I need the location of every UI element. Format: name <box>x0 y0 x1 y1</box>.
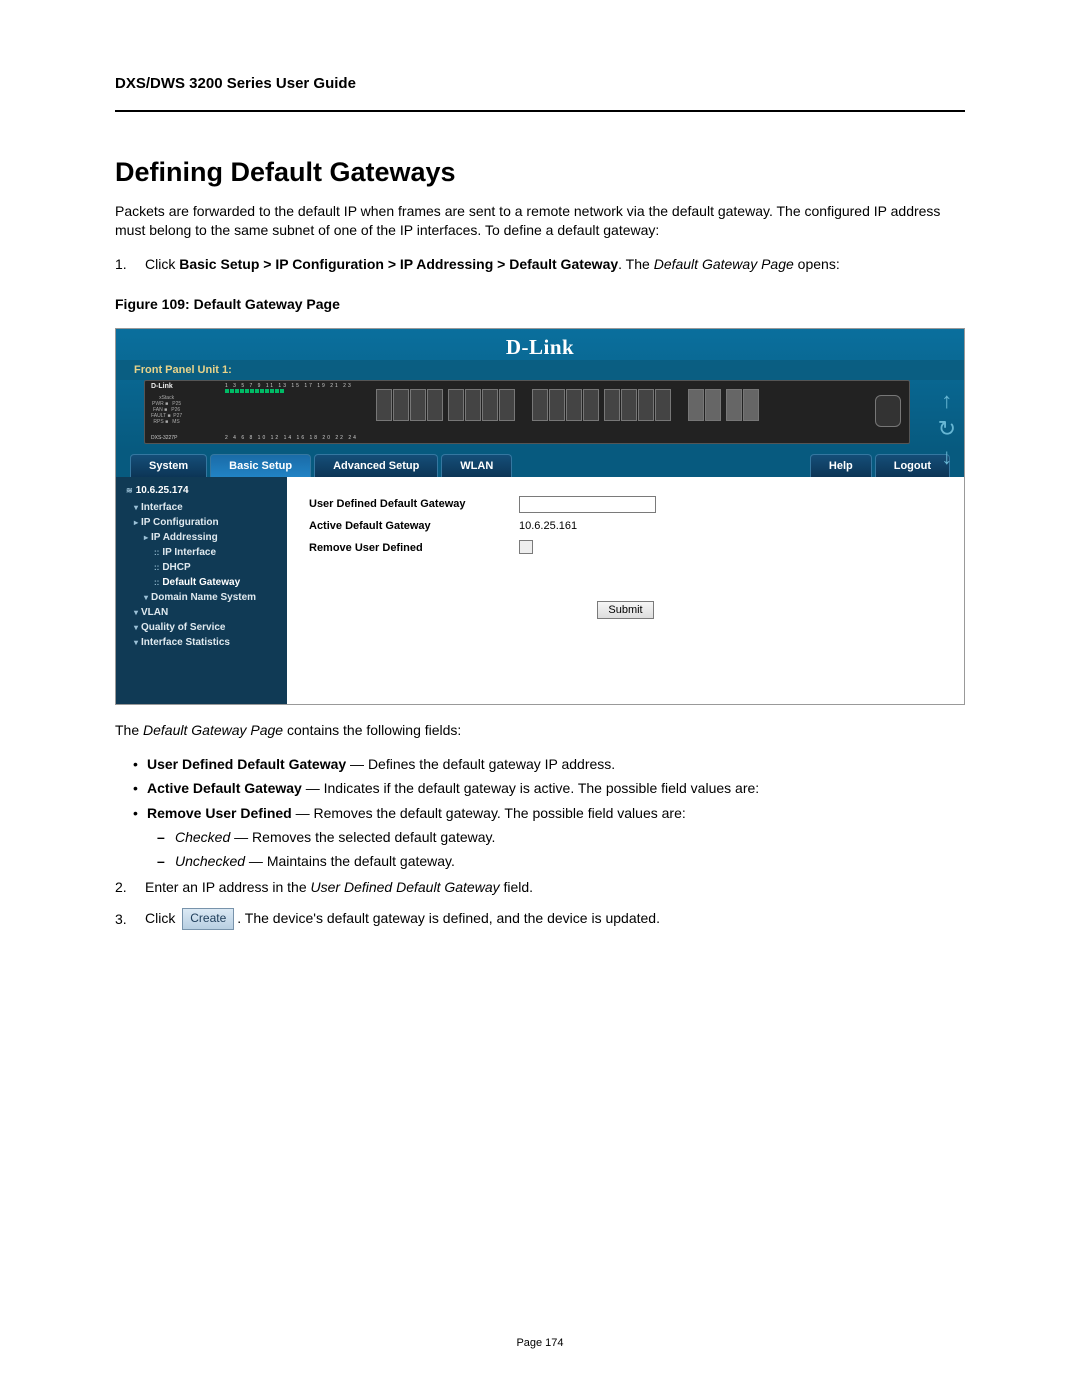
tab-bar: System Basic Setup Advanced Setup WLAN H… <box>116 450 964 477</box>
tree-vlan[interactable]: ▾VLAN <box>126 605 281 620</box>
field-udg-bold: User Defined Default Gateway <box>147 756 346 772</box>
step3-post: . The device's default gateway is define… <box>237 910 660 926</box>
step3-pre: Click <box>145 910 179 926</box>
tree-qos[interactable]: ▾Quality of Service <box>126 620 281 635</box>
label-remove-user-defined: Remove User Defined <box>309 542 519 554</box>
contains-post: contains the following fields: <box>283 722 461 738</box>
checkbox-remove-user-defined[interactable] <box>519 540 533 554</box>
tree-ip-interface[interactable]: ::IP Interface <box>126 545 281 560</box>
brand-logo: D-Link <box>116 335 964 360</box>
arrow-down-icon[interactable]: ↓ <box>938 446 956 468</box>
step1-navpath: Basic Setup > IP Configuration > IP Addr… <box>179 256 618 272</box>
unchecked-ital: Unchecked <box>175 853 245 869</box>
panel-nav-arrows[interactable]: ↑ ↻ ↓ <box>938 390 956 468</box>
nav-tree[interactable]: ≋10.6.25.174 ▾Interface ▸IP Configuratio… <box>116 477 287 705</box>
tree-ip-configuration[interactable]: ▸IP Configuration <box>126 515 281 530</box>
tab-system[interactable]: System <box>130 454 207 477</box>
field-rud-rest: — Removes the default gateway. The possi… <box>292 805 686 821</box>
tree-interface[interactable]: ▾Interface <box>126 500 281 515</box>
guide-title: DXS/DWS 3200 Series User Guide <box>115 75 965 92</box>
tab-wlan[interactable]: WLAN <box>441 454 512 477</box>
front-panel-label: Front Panel Unit 1: <box>116 360 964 380</box>
console-port <box>875 395 901 427</box>
value-active-gateway: 10.6.25.161 <box>519 520 669 532</box>
submit-button[interactable]: Submit <box>597 601 653 619</box>
tree-dhcp[interactable]: ::DHCP <box>126 560 281 575</box>
status-led-row <box>225 389 284 393</box>
port-bank <box>375 389 769 421</box>
label-user-defined-gateway: User Defined Default Gateway <box>309 498 519 510</box>
step2-field-name: User Defined Default Gateway <box>311 879 500 895</box>
device-model: DXS-3227P <box>151 435 177 441</box>
field-rud-bold: Remove User Defined <box>147 805 292 821</box>
figure-screenshot: D-Link Front Panel Unit 1: D-Link 1 3 5 … <box>115 328 965 705</box>
step-1: 1. Click Basic Setup > IP Configuration … <box>115 254 965 274</box>
form-panel: User Defined Default Gateway Active Defa… <box>287 477 964 705</box>
field-udg-rest: — Defines the default gateway IP address… <box>346 756 615 772</box>
contains-pre: The <box>115 722 143 738</box>
checked-rest: — Removes the selected default gateway. <box>230 829 495 845</box>
tree-root-ip[interactable]: ≋10.6.25.174 <box>126 483 281 498</box>
step1-pre: Click <box>145 256 179 272</box>
page-name-ital: Default Gateway Page <box>143 722 283 738</box>
refresh-icon[interactable]: ↻ <box>938 418 956 440</box>
tree-default-gateway[interactable]: ::Default Gateway <box>126 575 281 590</box>
field-adg-rest: — Indicates if the default gateway is ac… <box>302 780 759 796</box>
device-brand-label: D-Link <box>151 383 173 390</box>
field-adg-bold: Active Default Gateway <box>147 780 302 796</box>
step1-page-name: Default Gateway Page <box>654 256 794 272</box>
checked-ital: Checked <box>175 829 230 845</box>
step3-number: 3. <box>115 909 145 929</box>
tab-advanced-setup[interactable]: Advanced Setup <box>314 454 438 477</box>
input-user-defined-gateway[interactable] <box>519 496 656 513</box>
arrow-up-icon[interactable]: ↑ <box>938 390 956 412</box>
device-status-labels: xStack PWR ■ P25 FAN ■ P26 FAULT ■ P27 R… <box>151 395 182 425</box>
create-button-inline: Create <box>182 908 234 929</box>
intro-paragraph: Packets are forwarded to the default IP … <box>115 202 965 240</box>
device-front-panel: D-Link 1 3 5 7 9 11 13 15 17 19 21 23 xS… <box>144 380 910 444</box>
header-rule <box>115 110 965 112</box>
step1-post1: . The <box>618 256 654 272</box>
step2-number: 2. <box>115 877 145 897</box>
tab-help[interactable]: Help <box>810 454 872 477</box>
step2-post: field. <box>500 879 533 895</box>
label-active-gateway: Active Default Gateway <box>309 520 519 532</box>
section-heading: Defining Default Gateways <box>115 157 965 188</box>
step2-pre: Enter an IP address in the <box>145 879 311 895</box>
page-number: Page 174 <box>0 1337 1080 1349</box>
tree-interface-stats[interactable]: ▾Interface Statistics <box>126 635 281 650</box>
tree-dns[interactable]: ▾Domain Name System <box>126 590 281 605</box>
step1-post2: opens: <box>794 256 840 272</box>
port-bottom-numbers: 2 4 6 8 10 12 14 16 18 20 22 24 <box>225 435 358 441</box>
tree-ip-addressing[interactable]: ▸IP Addressing <box>126 530 281 545</box>
tab-basic-setup[interactable]: Basic Setup <box>210 454 311 477</box>
unchecked-rest: — Maintains the default gateway. <box>245 853 455 869</box>
step-number: 1. <box>115 254 145 274</box>
figure-caption: Figure 109: Default Gateway Page <box>115 296 965 312</box>
